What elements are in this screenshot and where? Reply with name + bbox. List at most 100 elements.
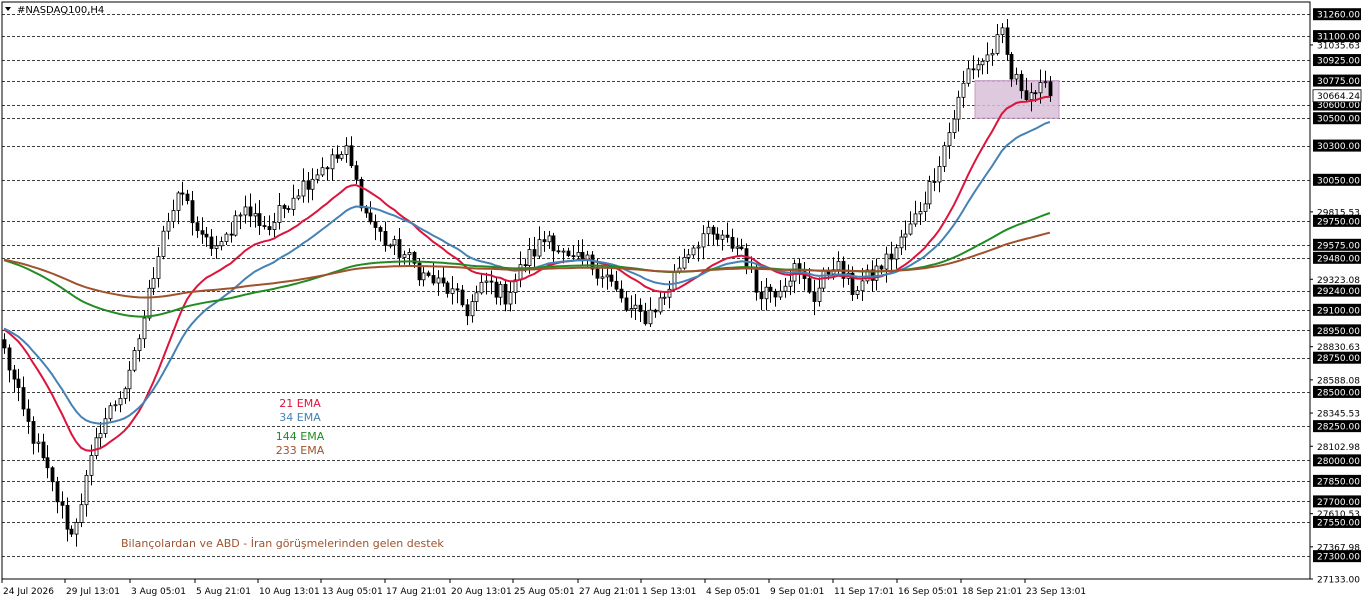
candle-body [836,260,841,271]
triangle-down-icon[interactable] [5,7,11,11]
candle-body [947,132,952,147]
candle-body [79,504,84,523]
candle-body [484,280,489,283]
time-tick-label: 11 Sep 17:01 [834,587,894,597]
level-label: 27700.00 [1317,498,1360,508]
candle-body [600,276,605,279]
candle-body [378,227,383,232]
candle-body [94,437,99,456]
candle-body [619,288,624,299]
price-tick-label: 31035.63 [1317,41,1360,51]
candle-body [113,404,118,407]
time-tick-label: 3 Aug 05:01 [131,587,186,597]
candle-body [489,280,494,283]
candle-body [383,231,388,246]
price-tick-label: 28830.63 [1317,343,1360,353]
annotations: Bilançolardan ve ABD - İran görüşmelerin… [121,537,444,550]
candle-body [214,245,219,249]
candle-body [855,290,860,295]
candle-body [576,251,581,257]
candle-body [682,257,687,269]
candle-body [55,481,60,503]
candle-body [571,255,576,258]
candle-body [899,236,904,249]
candle-body [84,474,89,506]
chart-window[interactable]: 31260.00 31100.00 30925.00 30775.00 30600.00… [0,0,1362,603]
time-tick-label: 13 Aug 05:01 [322,587,383,597]
candle-body [595,268,600,279]
time-tick-label: 17 Aug 21:01 [386,587,447,597]
level-label: 29240.00 [1317,287,1360,297]
level-label: 29575.00 [1317,241,1360,251]
candle-body [686,254,691,258]
candle-body [118,398,123,406]
candle-body [980,60,985,66]
candle-body [773,290,778,298]
price-zone [974,80,1060,119]
candle-body [301,180,306,197]
candle-body [445,282,450,294]
candle-body [229,233,234,236]
candle-body [421,272,426,281]
level-label: 29750.00 [1317,217,1360,227]
candle-body [296,195,301,199]
candle-body [455,288,460,291]
candle-body [730,236,735,249]
candle-body [768,286,773,292]
candle-body [778,290,783,298]
candles [2,19,1053,547]
candle-body [566,250,571,257]
candle-body [465,304,470,317]
candle-body [98,433,103,439]
candle-body [1033,92,1038,95]
candle-body [388,244,393,247]
ema-lines [3,95,1051,452]
candle-body [537,239,542,257]
candle-body [7,347,12,371]
candle-body [166,221,171,232]
candle-body [691,247,696,256]
candle-body [474,292,479,303]
candle-body [310,178,315,190]
candle-body [41,441,46,459]
chart-annotation: Bilançolardan ve ABD - İran görüşmelerin… [121,537,444,550]
ema-legend-label: 21 EMA [279,397,321,410]
candle-body [648,309,653,325]
candle-body [257,213,262,226]
price-chart[interactable]: 31260.0031100.0030925.0030775.0030600.00… [0,0,1362,603]
candle-body [65,504,70,530]
candle-body [494,281,499,298]
candle-body [971,68,976,71]
candle-body [103,418,108,434]
candle-body [985,54,990,62]
candle-body [349,145,354,167]
candle-body [527,249,532,266]
candle-body [108,405,113,420]
level-label: 27850.00 [1317,477,1360,487]
candle-body [739,246,744,250]
candle-body [45,457,50,469]
candle-body [89,455,94,476]
price-tick-label: 27133.00 [1317,576,1360,586]
candle-body [277,205,282,223]
candle-body [132,350,137,371]
candle-body [860,280,865,292]
price-tick-label: 27610.53 [1317,510,1360,520]
time-tick-label: 20 Aug 13:01 [451,587,512,597]
candle-body [69,528,74,535]
candle-body [908,223,913,235]
candle-body [633,304,638,309]
candle-body [233,215,238,236]
candle-body [518,264,523,281]
candle-body [156,256,161,279]
candle-body [60,501,65,506]
candle-body [426,272,431,276]
time-tick-label: 27 Aug 21:01 [579,587,640,597]
candle-body [373,221,378,228]
ema-line [3,121,1051,425]
time-tick-label: 23 Sep 13:01 [1026,587,1086,597]
level-label: 30600.00 [1317,101,1360,111]
candle-body [658,297,663,313]
zone-group [974,80,1060,119]
candle-body [889,253,894,260]
